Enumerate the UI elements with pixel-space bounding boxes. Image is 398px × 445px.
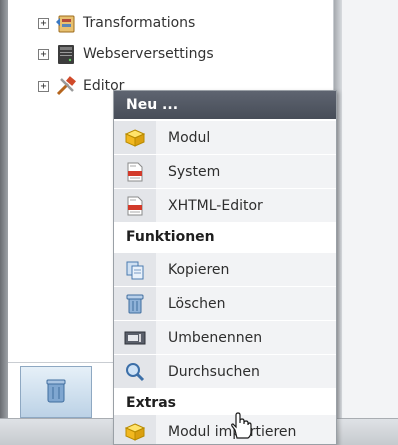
tree-item-webserversettings[interactable]: + Webserversettings [38, 40, 214, 68]
tree-item-transformations[interactable]: + Transformations [38, 9, 195, 37]
expand-icon[interactable]: + [38, 80, 49, 92]
module-box-icon [125, 422, 145, 441]
menu-item-durchsuchen[interactable]: Durchsuchen [114, 355, 336, 388]
tree-item-editor[interactable]: + Editor [38, 72, 124, 100]
server-icon [58, 45, 74, 64]
menu-section-header-extras: Extras [114, 389, 336, 417]
menu-item-system[interactable]: System [114, 155, 336, 188]
editor-tools-icon [56, 76, 76, 96]
menu-item-label: System [168, 163, 221, 180]
menu-item-kopieren[interactable]: Kopieren [114, 253, 336, 286]
document-icon [127, 162, 143, 181]
copy-icon [126, 261, 144, 279]
rename-icon [124, 331, 146, 344]
menu-item-label: XHTML-Editor [168, 197, 263, 214]
tree-item-label: Webserversettings [83, 46, 214, 62]
menu-item-label: Kopieren [168, 261, 230, 278]
menu-item-label: Durchsuchen [168, 363, 260, 380]
menu-item-label: Modul importieren [168, 423, 297, 440]
trash-icon [126, 294, 144, 313]
menu-item-modul-importieren[interactable]: Modul importieren [114, 415, 336, 444]
menu-item-label: Modul [168, 129, 211, 146]
menu-section-header-funktionen: Funktionen [114, 223, 336, 251]
menu-item-loeschen[interactable]: Löschen [114, 287, 336, 320]
context-menu: Neu ... Modul System XHTML-Editor Funkti… [113, 90, 337, 445]
content-pane [342, 0, 398, 418]
menu-item-label: Löschen [168, 295, 226, 312]
menu-item-umbenennen[interactable]: Umbenennen [114, 321, 336, 354]
document-icon [127, 196, 143, 215]
menu-item-label: Umbenennen [168, 329, 263, 346]
tree-item-label: Transformations [83, 15, 196, 31]
magnifier-icon [126, 362, 145, 381]
expand-icon[interactable]: + [38, 48, 49, 60]
expand-icon[interactable]: + [38, 17, 49, 29]
menu-item-modul[interactable]: Modul [114, 121, 336, 154]
transformations-icon [56, 15, 75, 33]
trash-icon [46, 379, 66, 403]
module-box-icon [125, 128, 145, 147]
window-left-border [0, 0, 8, 445]
menu-section-header-neu: Neu ... [114, 91, 336, 119]
menu-item-xhtml-editor[interactable]: XHTML-Editor [114, 189, 336, 222]
tree-tab[interactable] [20, 366, 92, 418]
